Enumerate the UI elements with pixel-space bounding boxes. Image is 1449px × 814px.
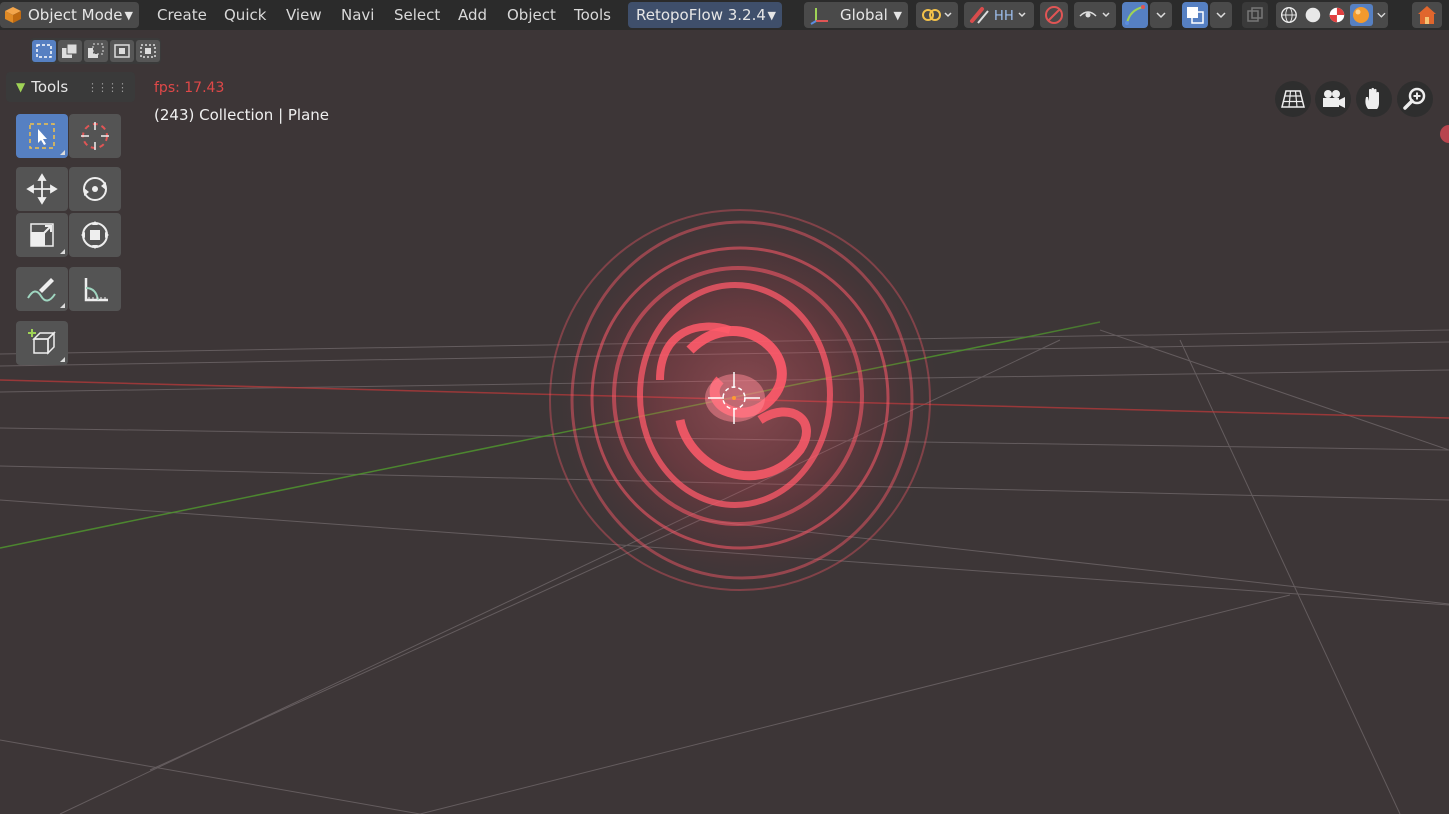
- pivot-icon: [922, 9, 952, 21]
- select-intersect-button[interactable]: [136, 40, 160, 62]
- mode-dropdown[interactable]: Object Mode ▼: [0, 2, 139, 28]
- menu-navi[interactable]: Navi: [341, 6, 374, 24]
- menu-tools[interactable]: Tools: [574, 6, 611, 24]
- rotate-icon: [83, 177, 107, 201]
- hand-pan-icon: [1365, 87, 1379, 109]
- solid-shading-icon[interactable]: [1302, 4, 1324, 26]
- select-box-tool[interactable]: [16, 114, 68, 158]
- select-extend-icon: [62, 43, 78, 58]
- pan-view-button[interactable]: [1356, 81, 1392, 117]
- tools-panel-title: Tools: [31, 78, 69, 96]
- overlay-icon: [1187, 7, 1204, 24]
- select-new-icon: [36, 44, 52, 58]
- visibility-icon: [1079, 11, 1110, 18]
- transform-orientation-dropdown[interactable]: Global ▼: [804, 2, 908, 28]
- menu-create[interactable]: Create: [157, 6, 207, 24]
- snap-magnet-icon: H H: [970, 7, 1026, 24]
- annotate-tool[interactable]: [16, 267, 68, 311]
- retopoflow-dropdown[interactable]: RetopoFlow 3.2.4 ▼: [628, 2, 782, 28]
- menu-quick[interactable]: Quick: [224, 6, 266, 24]
- select-new-button[interactable]: [32, 40, 56, 62]
- shading-group: [1276, 2, 1388, 28]
- visibility-dropdown[interactable]: [1074, 2, 1116, 28]
- menu-view[interactable]: View: [286, 6, 322, 24]
- retopoflow-label: RetopoFlow 3.2.4: [636, 6, 766, 24]
- select-invert-button[interactable]: [110, 40, 134, 62]
- select-box-icon: [29, 123, 55, 149]
- gizmo-dropdown[interactable]: [1150, 2, 1172, 28]
- proportional-edit-button[interactable]: [1040, 2, 1068, 28]
- select-mode-group: [30, 38, 161, 64]
- select-invert-icon: [114, 44, 130, 58]
- snap-dropdown[interactable]: H H: [964, 2, 1034, 28]
- move-tool[interactable]: [16, 167, 68, 211]
- 3d-viewport[interactable]: [0, 30, 1449, 814]
- chevron-down-icon: [1216, 12, 1226, 19]
- menu-object[interactable]: Object: [507, 6, 556, 24]
- select-intersect-icon: [140, 44, 156, 58]
- overlay-dropdown[interactable]: [1210, 2, 1232, 28]
- rendered-shading-icon: [1353, 7, 1370, 23]
- pivot-dropdown[interactable]: [916, 2, 958, 28]
- chevron-down-icon[interactable]: [1375, 10, 1388, 20]
- gizmo-icon: [1125, 5, 1145, 25]
- mode-label: Object Mode: [28, 6, 123, 24]
- xray-toggle[interactable]: [1242, 2, 1268, 28]
- transform-orientation-icon: [810, 8, 828, 25]
- chevron-down-icon: ▼: [893, 8, 902, 22]
- annotate-icon: [27, 278, 56, 302]
- zoom-icon: [1403, 87, 1426, 110]
- chevron-down-icon: ▼: [124, 8, 133, 22]
- chevron-down-icon: ▼: [767, 8, 776, 22]
- wireframe-shading-icon[interactable]: [1278, 4, 1300, 26]
- scale-icon: [30, 223, 54, 247]
- transform-tool[interactable]: [69, 213, 121, 257]
- transform-icon: [81, 221, 109, 249]
- chevron-down-icon: [1156, 12, 1166, 19]
- svg-text:H: H: [994, 9, 1004, 24]
- home-button[interactable]: [1412, 2, 1442, 28]
- measure-tool[interactable]: [69, 267, 121, 311]
- gizmo-toggle[interactable]: [1122, 2, 1148, 28]
- overlay-toggle[interactable]: [1182, 2, 1208, 28]
- svg-text:H: H: [1004, 9, 1014, 24]
- collapse-triangle-icon: ▼: [16, 80, 26, 94]
- scale-tool[interactable]: [16, 213, 68, 257]
- proportional-edit-icon: [1045, 6, 1063, 24]
- viewport-header: Object Mode ▼ Create Quick View Navi Sel…: [0, 0, 1449, 30]
- menu-select[interactable]: Select: [394, 6, 440, 24]
- grid-view-icon: [1281, 90, 1305, 108]
- menu-add[interactable]: Add: [458, 6, 487, 24]
- object-cube-icon: [5, 7, 21, 23]
- camera-view-button[interactable]: [1315, 81, 1351, 117]
- material-shading-icon[interactable]: [1326, 4, 1348, 26]
- rotate-tool[interactable]: [69, 167, 121, 211]
- cursor-tool[interactable]: [69, 114, 121, 158]
- xray-icon: [1247, 7, 1263, 22]
- home-icon: [1418, 6, 1436, 24]
- fps-counter: fps: 17.43: [154, 80, 225, 96]
- move-icon: [26, 173, 58, 205]
- select-subtract-icon: [88, 43, 104, 58]
- add-cube-tool[interactable]: [16, 321, 68, 365]
- rendered-shading-button[interactable]: [1349, 4, 1374, 26]
- orientation-label: Global: [840, 6, 888, 24]
- cursor-icon: [81, 122, 109, 150]
- select-subtract-button[interactable]: [84, 40, 108, 62]
- select-extend-button[interactable]: [58, 40, 82, 62]
- measure-icon: [84, 278, 108, 302]
- drag-grip-icon[interactable]: ⋮⋮⋮⋮: [87, 81, 128, 94]
- toggle-grid-view-button[interactable]: [1275, 81, 1311, 117]
- camera-view-icon: [1323, 90, 1345, 108]
- active-object-info: (243) Collection | Plane: [154, 106, 330, 124]
- tools-panel-header[interactable]: ▼ Tools ⋮⋮⋮⋮: [6, 72, 135, 102]
- zoom-view-button[interactable]: [1397, 81, 1433, 117]
- add-cube-icon: [28, 329, 56, 355]
